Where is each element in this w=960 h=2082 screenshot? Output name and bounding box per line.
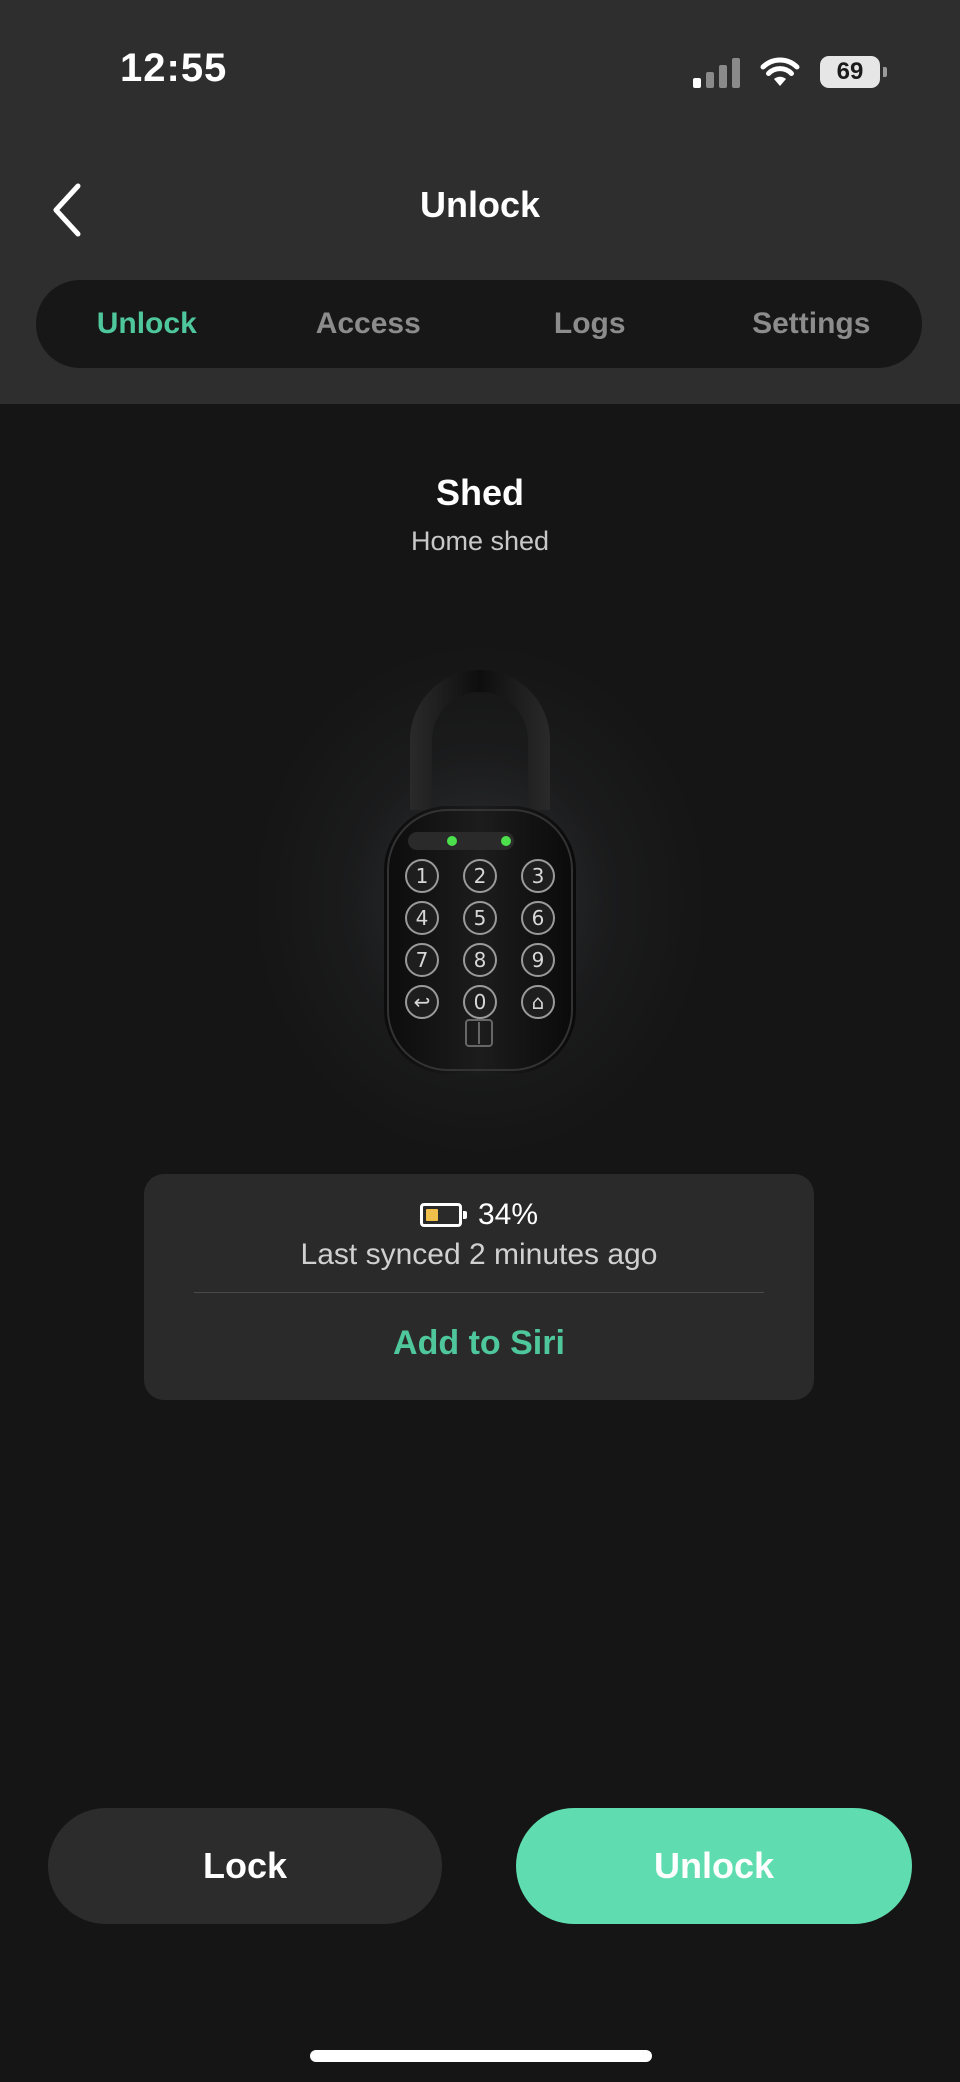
wifi-icon [760,57,800,86]
lock-button[interactable]: Lock [48,1808,442,1924]
keypad-key-label: 3 [532,864,545,888]
keypad-key-label: 9 [532,948,545,972]
home-indicator [310,2050,652,2062]
add-to-siri-button[interactable]: Add to Siri [144,1324,814,1363]
device-battery-level: 69 [836,58,864,85]
lock-battery-percent: 34% [477,1198,539,1231]
lock-battery-row: 34% [144,1198,814,1232]
keypad-key-label: 0 [474,990,487,1014]
last-synced-text: Last synced 2 minutes ago [300,1238,658,1271]
tab-bar: Unlock Access Logs Settings [36,280,922,368]
lock-description: Home shed [410,526,550,556]
battery-icon [419,1203,467,1227]
page-title: Unlock [419,184,541,225]
unlock-button[interactable]: Unlock [516,1808,912,1924]
top-bar: 12:55 69 Unlock Unlock Access Logs Setti… [0,0,960,404]
tab-settings[interactable]: Settings [701,307,923,341]
keypad-key-label: 7 [416,948,429,972]
tab-unlock[interactable]: Unlock [36,307,258,341]
tab-access[interactable]: Access [258,307,480,341]
lock-name: Shed [435,472,524,513]
keypad-padlock-image: 1 2 3 4 5 6 7 8 9 ↩ 0 ⌂ [384,670,576,1074]
keypad-key-label: 5 [474,906,487,930]
device-battery-indicator: 69 [820,56,887,88]
keypad-key-label: 6 [532,906,545,930]
divider [194,1292,764,1293]
keypad-key-label: 8 [474,948,487,972]
lock-info-card: 34% Last synced 2 minutes ago Add to Sir… [144,1174,814,1400]
cellular-signal-icon [693,56,740,88]
tab-logs[interactable]: Logs [479,307,701,341]
keypad-key-label: 2 [474,864,487,888]
status-indicators: 69 [693,52,887,92]
keypad-key-label: 1 [416,864,429,888]
keypad-key-label: ⌂ [532,990,545,1014]
keypad-key-label: ↩ [414,990,431,1014]
keypad-key-label: 4 [416,906,429,930]
status-time: 12:55 [120,46,228,90]
